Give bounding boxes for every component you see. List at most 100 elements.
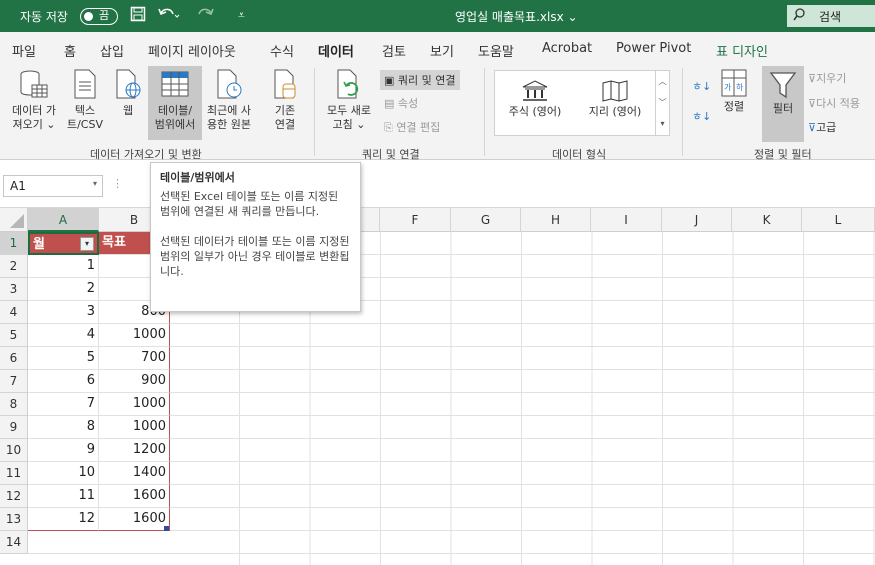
- chevron-up-icon[interactable]: ︿: [656, 71, 669, 92]
- tab-home[interactable]: 홈: [64, 41, 76, 60]
- customize-qat-icon[interactable]: ⩡: [238, 8, 245, 23]
- tab-page-layout[interactable]: 페이지 레이아웃: [148, 41, 236, 60]
- tab-review[interactable]: 검토: [382, 41, 406, 60]
- recent-sources-button[interactable]: 최근에 사 용한 원본: [202, 68, 256, 132]
- row-header[interactable]: 11: [0, 462, 28, 485]
- web-button[interactable]: 웹: [110, 68, 146, 118]
- table-cell[interactable]: 12: [28, 508, 99, 531]
- tab-view[interactable]: 보기: [430, 41, 454, 60]
- table-cell[interactable]: 9: [28, 439, 99, 462]
- row-header[interactable]: 1: [0, 232, 28, 255]
- tab-data[interactable]: 데이터: [318, 41, 354, 66]
- properties-button[interactable]: ▤ 속성: [384, 95, 418, 111]
- refresh-all-button[interactable]: 모두 새로 고침 ⌄: [320, 68, 378, 132]
- table-header-cell[interactable]: 월 ▾: [28, 232, 99, 255]
- row-header[interactable]: 13: [0, 508, 28, 531]
- gallery-scroll[interactable]: ︿ ﹀ ▾: [655, 71, 669, 135]
- document-title[interactable]: 영업실 매출목표.xlsx ⌄: [455, 8, 578, 25]
- table-cell[interactable]: 2: [28, 278, 99, 301]
- filter-label: 필터: [772, 102, 794, 115]
- autosave-toggle[interactable]: 끔: [80, 8, 118, 25]
- undo-icon[interactable]: [158, 6, 180, 26]
- table-cell[interactable]: 1: [28, 255, 99, 278]
- table-cell[interactable]: 1000: [99, 324, 170, 347]
- tab-insert[interactable]: 삽입: [100, 41, 124, 60]
- select-all-corner[interactable]: [0, 208, 28, 232]
- table-cell[interactable]: 6: [28, 370, 99, 393]
- table-cell[interactable]: 700: [99, 347, 170, 370]
- table-cell[interactable]: 1000: [99, 416, 170, 439]
- column-header[interactable]: L: [802, 208, 875, 232]
- column-header[interactable]: F: [380, 208, 451, 232]
- row-header[interactable]: 3: [0, 278, 28, 301]
- edit-links-button[interactable]: ⎘ 연결 편집: [384, 119, 440, 135]
- row-header[interactable]: 2: [0, 255, 28, 278]
- table-cell[interactable]: 1000: [99, 393, 170, 416]
- row-header[interactable]: 6: [0, 347, 28, 370]
- text-csv-button[interactable]: 텍스 트/CSV: [62, 68, 108, 132]
- tab-table-design[interactable]: 표 디자인: [716, 41, 768, 60]
- table-cell[interactable]: 900: [99, 370, 170, 393]
- tab-help[interactable]: 도움말: [478, 41, 514, 60]
- table-cell[interactable]: 5: [28, 347, 99, 370]
- table-cell[interactable]: 7: [28, 393, 99, 416]
- database-icon: [20, 70, 48, 98]
- name-box[interactable]: A1 ▾: [3, 175, 103, 197]
- table-cell[interactable]: 3: [28, 301, 99, 324]
- gallery-more-icon[interactable]: ▾: [656, 113, 669, 134]
- get-data-button[interactable]: 데이터 가 져오기 ⌄: [4, 68, 64, 132]
- tab-power-pivot[interactable]: Power Pivot: [616, 41, 691, 56]
- reapply-button[interactable]: ⊽다시 적용: [808, 95, 860, 111]
- tab-formulas[interactable]: 수식: [270, 41, 294, 60]
- sort-descending-icon[interactable]: ㅎ↓: [692, 108, 711, 124]
- row-header[interactable]: 12: [0, 485, 28, 508]
- row-header[interactable]: 9: [0, 416, 28, 439]
- table-cell[interactable]: 1200: [99, 439, 170, 462]
- search-label: 검색: [819, 10, 842, 24]
- row-header[interactable]: 5: [0, 324, 28, 347]
- table-cell[interactable]: 1400: [99, 462, 170, 485]
- table-cell[interactable]: 10: [28, 462, 99, 485]
- sort-label: 정렬: [723, 100, 745, 113]
- row-header[interactable]: 8: [0, 393, 28, 416]
- group-separator: [314, 68, 315, 156]
- column-header[interactable]: A: [28, 208, 99, 232]
- column-header[interactable]: K: [732, 208, 802, 232]
- row-header[interactable]: 10: [0, 439, 28, 462]
- table-cell[interactable]: 11: [28, 485, 99, 508]
- table-cell[interactable]: 1600: [99, 508, 170, 531]
- existing-connections-button[interactable]: 기존 연결: [262, 68, 308, 132]
- chevron-down-icon[interactable]: ﹀: [656, 92, 669, 113]
- name-box-dropdown-icon[interactable]: ▾: [93, 179, 97, 188]
- row-header[interactable]: 14: [0, 531, 28, 554]
- map-icon: [602, 80, 628, 102]
- row-header[interactable]: 7: [0, 370, 28, 393]
- filter-dropdown-icon[interactable]: ▾: [80, 237, 94, 251]
- redo-icon[interactable]: [196, 6, 218, 26]
- sort-ascending-icon[interactable]: ㅎ↓: [692, 78, 711, 94]
- worksheet-grid[interactable]: A B C D E F G H I J K L 1 2 3 4 5 6 7 8 …: [0, 208, 875, 565]
- save-icon[interactable]: [130, 6, 146, 26]
- stocks-button[interactable]: 주식 (영어): [499, 79, 571, 119]
- sort-button[interactable]: 가하 정렬: [716, 68, 752, 114]
- name-box-value: A1: [10, 179, 26, 193]
- queries-connections-button[interactable]: ▣ 쿼리 및 연결: [380, 70, 460, 90]
- from-table-range-button[interactable]: 테이블/ 범위에서: [148, 66, 202, 140]
- clear-filter-button[interactable]: ⊽지우기: [808, 70, 846, 86]
- column-header[interactable]: J: [662, 208, 732, 232]
- geography-button[interactable]: 지리 (영어): [579, 79, 651, 119]
- row-header[interactable]: 4: [0, 301, 28, 324]
- column-header[interactable]: I: [591, 208, 662, 232]
- column-header[interactable]: H: [521, 208, 591, 232]
- clear-label: 지우기: [816, 72, 847, 85]
- table-cell[interactable]: 1600: [99, 485, 170, 508]
- table-resize-handle[interactable]: [164, 526, 169, 531]
- advanced-filter-button[interactable]: ⊽고급: [808, 119, 836, 135]
- filter-button[interactable]: 필터: [762, 66, 804, 142]
- tab-acrobat[interactable]: Acrobat: [542, 41, 592, 56]
- search-box[interactable]: 검색: [787, 5, 875, 27]
- table-cell[interactable]: 8: [28, 416, 99, 439]
- table-cell[interactable]: 4: [28, 324, 99, 347]
- column-header[interactable]: G: [451, 208, 521, 232]
- tab-file[interactable]: 파일: [12, 41, 36, 60]
